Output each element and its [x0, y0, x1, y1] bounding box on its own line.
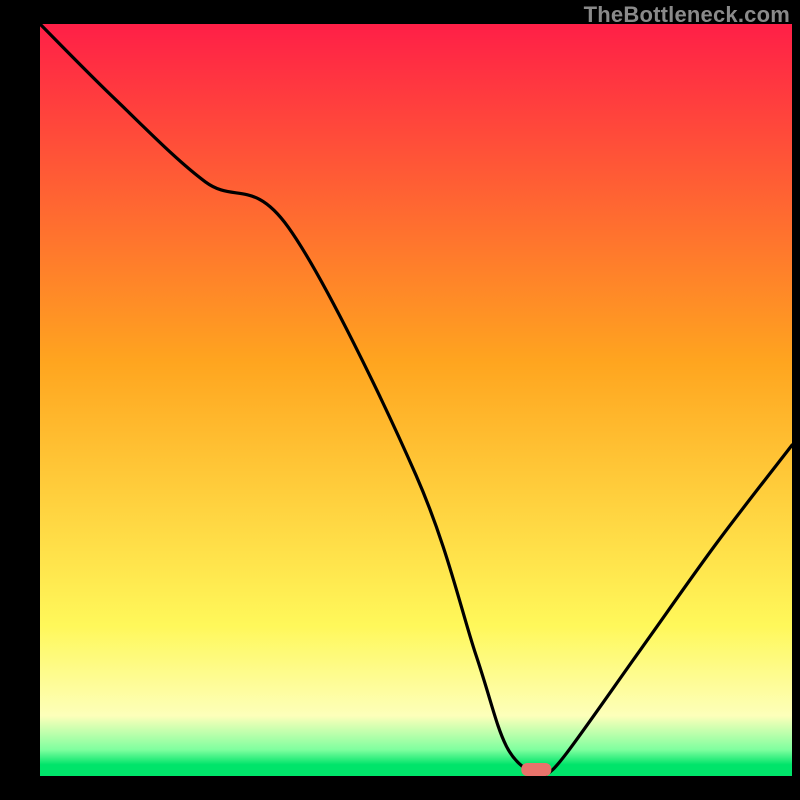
optimal-marker: [521, 763, 551, 776]
bottleneck-curve: [40, 24, 792, 776]
chart-frame: TheBottleneck.com: [0, 0, 800, 800]
chart-svg: [40, 24, 792, 776]
watermark-text: TheBottleneck.com: [584, 2, 790, 28]
plot-area: [40, 24, 792, 776]
